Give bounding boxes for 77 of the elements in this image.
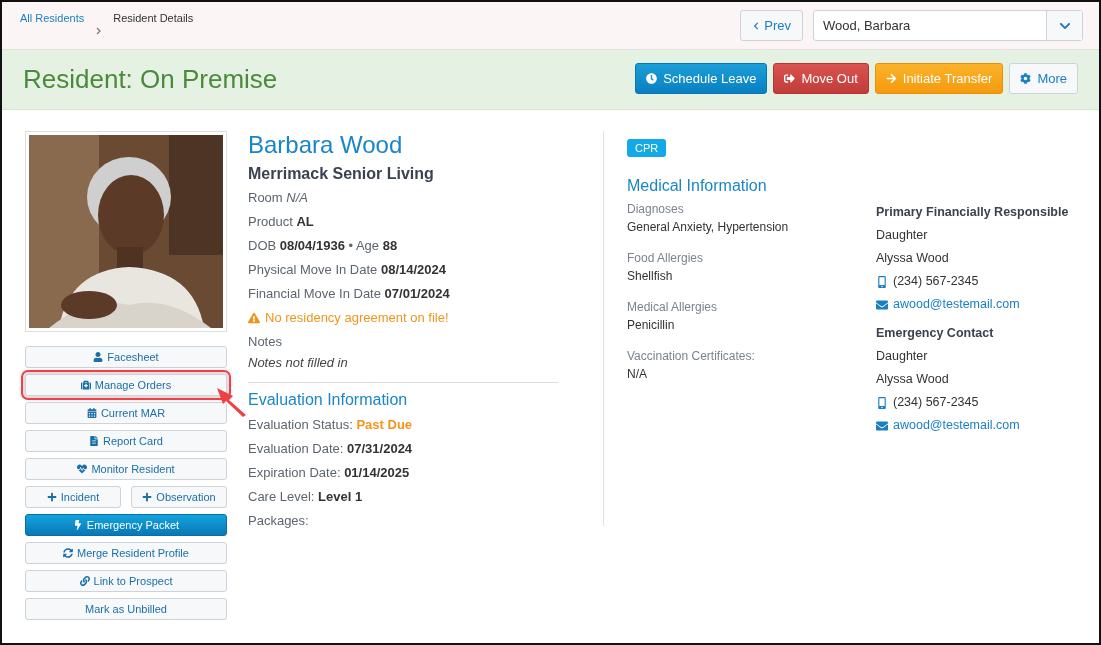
action-button[interactable]: Schedule Leave — [635, 63, 768, 94]
side-button[interactable]: Current MAR — [25, 402, 227, 424]
code-status-badge: CPR — [627, 139, 667, 157]
contact-relation: Daughter — [876, 348, 929, 365]
phone-icon — [876, 396, 888, 409]
contact-title: Primary Financially Responsible — [876, 204, 1070, 221]
side-button[interactable]: Report Card — [25, 430, 227, 452]
detail-line: Room N/A — [248, 189, 309, 207]
action-button[interactable]: Move Out — [773, 63, 869, 94]
section-title: Evaluation Information — [248, 391, 409, 409]
field-label: Food Allergies — [627, 250, 705, 267]
notes-label: Notes — [248, 333, 283, 351]
link-icon — [79, 576, 90, 586]
user-icon — [93, 352, 104, 362]
field-label: Vaccination Certificates: — [627, 348, 756, 365]
field-value: N/A — [627, 366, 648, 383]
field-label: Diagnoses — [627, 201, 685, 218]
detail-line: Product AL — [248, 213, 315, 231]
email-link[interactable]: awood@testemail.com — [893, 293, 1020, 316]
medkit-icon — [80, 380, 91, 390]
detail-line: DOB 08/04/1936 • Age 88 — [248, 237, 399, 255]
side-button[interactable]: Incident — [25, 486, 121, 508]
action-button[interactable]: More — [1009, 63, 1078, 94]
contact-title: Emergency Contact — [876, 325, 995, 342]
envelope-icon — [876, 419, 888, 432]
warning-icon — [248, 312, 260, 324]
side-button[interactable]: Link to Prospect — [25, 570, 227, 592]
chevron-left-icon — [752, 21, 761, 30]
detail-line: Physical Move In Date 08/14/2024 — [248, 261, 448, 279]
field-value: General Anxiety, Hypertension — [627, 219, 790, 236]
section-title: Medical Information — [627, 177, 768, 195]
heartbeat-icon — [77, 464, 88, 474]
contact-name: Alyssa Wood — [876, 371, 950, 388]
plus-icon — [46, 492, 57, 502]
side-button[interactable]: Mark as Unbilled — [25, 598, 227, 620]
evaluation-field: Evaluation Status: Past Due — [248, 413, 582, 437]
prev-button[interactable]: Prev — [740, 10, 803, 41]
side-button[interactable]: Monitor Resident — [25, 458, 227, 480]
evaluation-field: Packages: — [248, 509, 582, 533]
email-link[interactable]: awood@testemail.com — [893, 414, 1020, 437]
clock-icon — [646, 73, 658, 84]
evaluation-field: Evaluation Date: 07/31/2024 — [248, 437, 582, 461]
breadcrumb-current: Resident Details — [113, 12, 194, 26]
contact-name: Alyssa Wood — [876, 250, 950, 267]
side-button[interactable]: Emergency Packet — [25, 514, 227, 536]
side-button[interactable]: Facesheet — [25, 346, 227, 368]
phone-icon — [876, 275, 888, 288]
page-title: Resident: On Premise — [23, 64, 278, 95]
resident-select[interactable]: Wood, Barbara — [813, 10, 1083, 41]
file-icon — [89, 436, 100, 446]
community-name: Merrimack Senior Living — [248, 165, 435, 183]
warning-text: No residency agreement on file! — [265, 309, 449, 327]
side-button[interactable]: Observation — [131, 486, 227, 508]
evaluation-field: Care Level: Level 1 — [248, 485, 582, 509]
arrow-right-icon — [885, 73, 897, 84]
contact-phone: (234) 567-2345 — [893, 394, 979, 411]
side-button[interactable]: Merge Resident Profile — [25, 542, 227, 564]
bolt-icon — [72, 520, 83, 530]
annotation-arrow — [215, 386, 247, 418]
evaluation-field: Expiration Date: 01/14/2025 — [248, 461, 582, 485]
chevron-right-icon — [96, 26, 102, 35]
calendar-icon — [86, 408, 97, 418]
door-exit-icon — [784, 73, 796, 84]
breadcrumb-link[interactable]: All Residents — [20, 12, 85, 49]
plus-icon — [142, 492, 153, 502]
settings-icon — [1020, 73, 1032, 84]
field-label: Medical Allergies — [627, 299, 719, 316]
chevron-down-icon[interactable] — [1046, 11, 1082, 40]
contact-phone: (234) 567-2345 — [893, 273, 979, 290]
notes-value: Notes not filled in — [248, 354, 349, 372]
refresh-icon — [63, 548, 74, 558]
envelope-icon — [876, 298, 888, 311]
contact-relation: Daughter — [876, 227, 929, 244]
resident-name: Barbara Wood — [248, 131, 404, 159]
field-value: Penicillin — [627, 317, 676, 334]
detail-line: Financial Move In Date 07/01/2024 — [248, 285, 451, 303]
field-value: Shellfish — [627, 268, 674, 285]
